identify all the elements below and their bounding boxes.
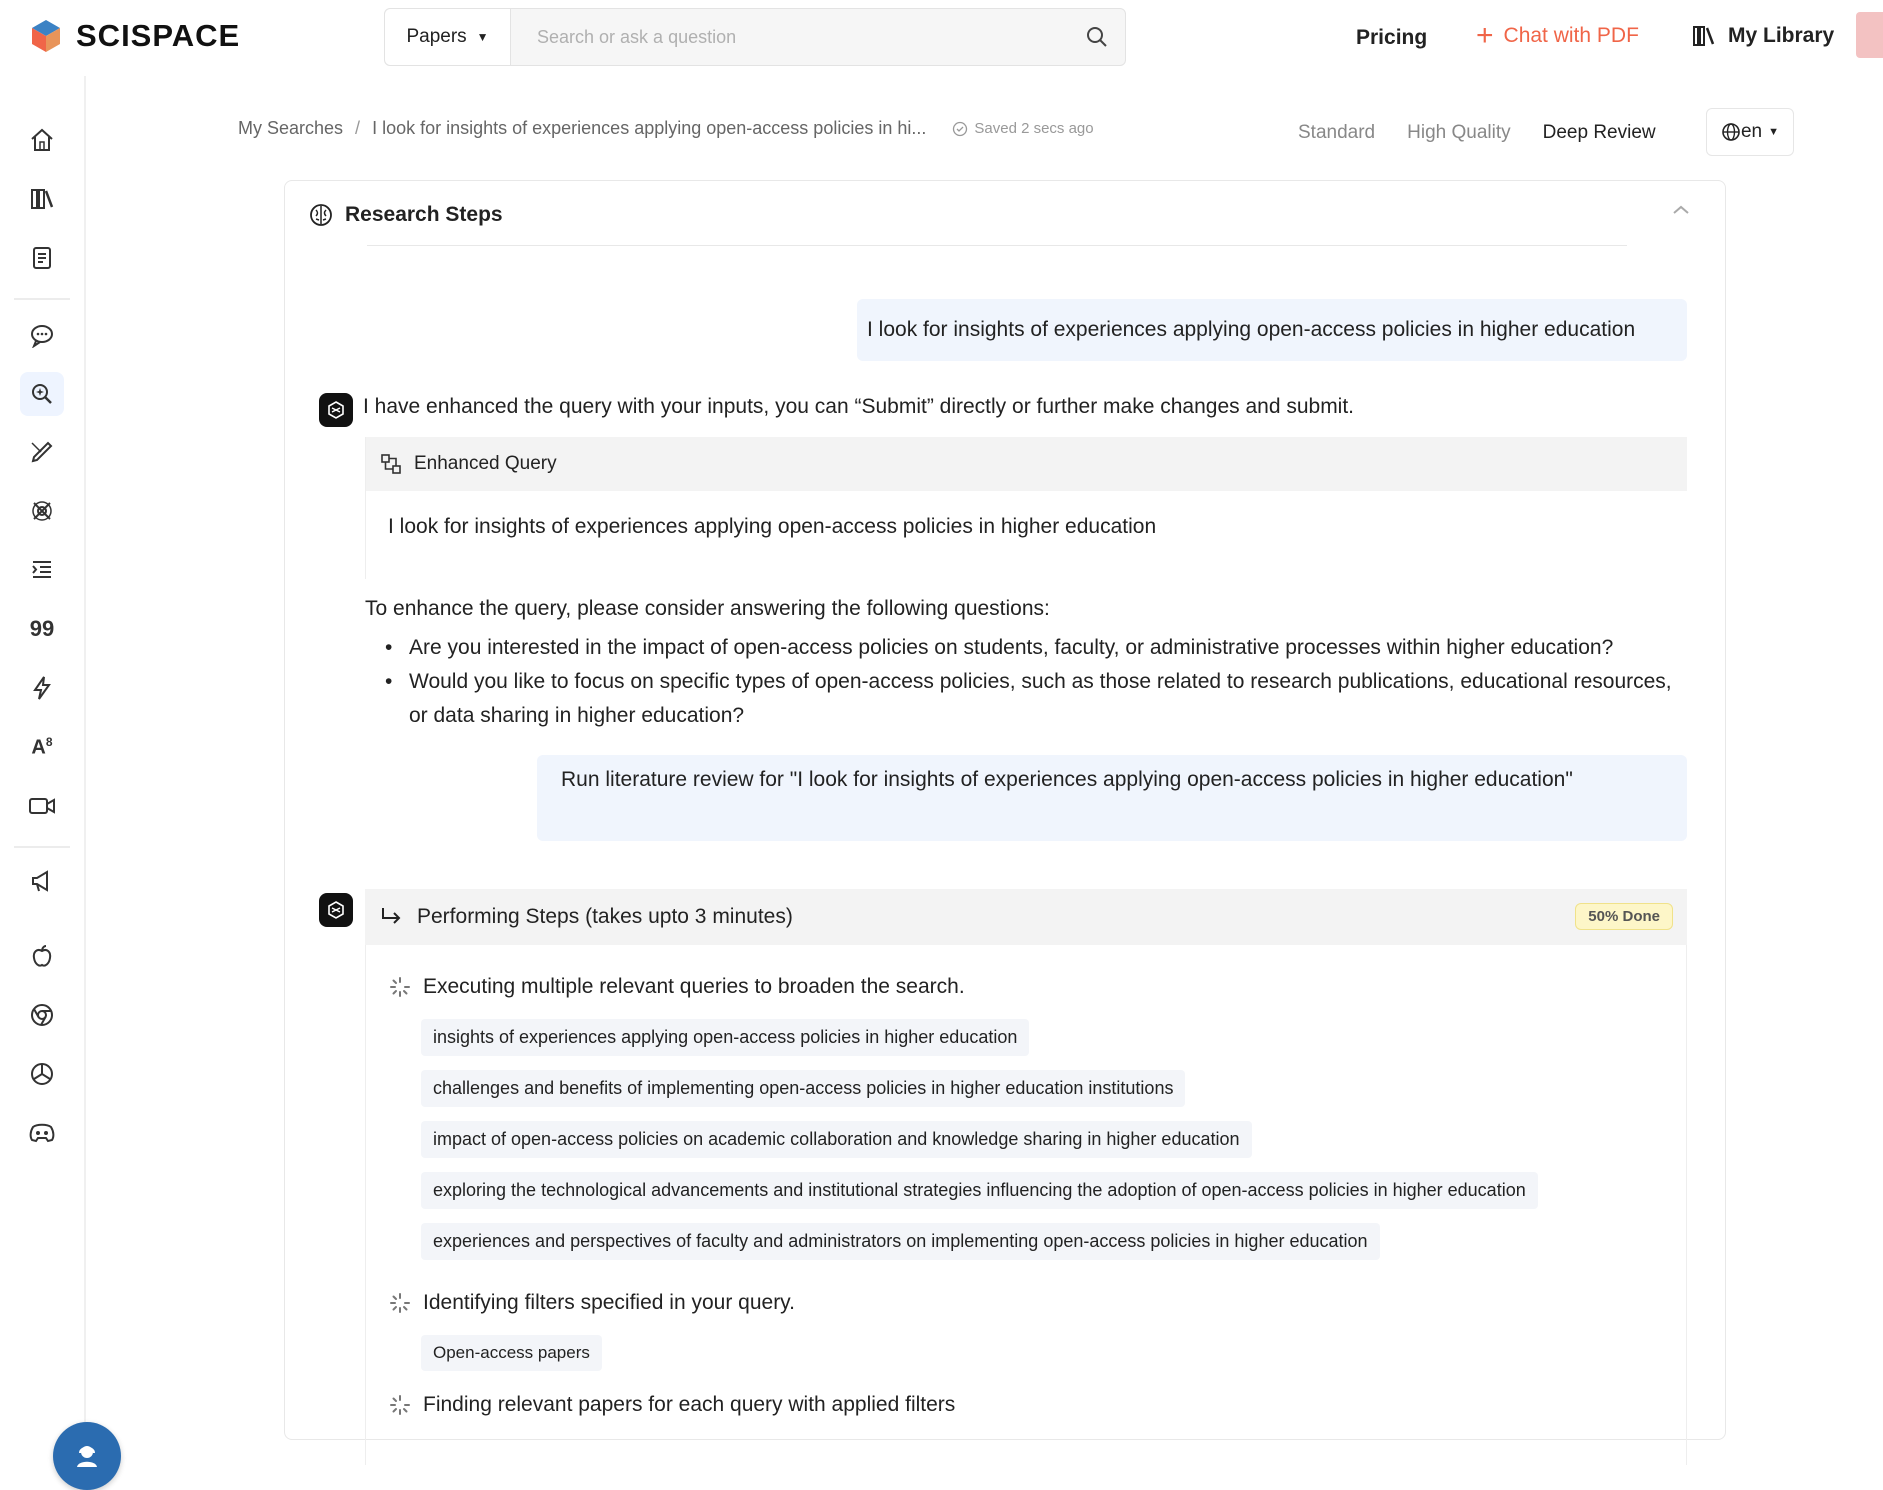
ai-detector-icon[interactable]: A8 <box>24 729 60 765</box>
check-circle-icon <box>953 121 968 136</box>
globe-icon <box>1722 123 1740 141</box>
enhanced-query-header: Enhanced Query <box>366 437 1687 491</box>
question-item: Are you interested in the impact of open… <box>385 631 1695 665</box>
questions-intro: To enhance the query, please consider an… <box>365 597 1050 620</box>
mode-standard[interactable]: Standard <box>1282 112 1391 154</box>
query-chip: exploring the technological advancements… <box>421 1172 1538 1209</box>
breadcrumb-current: I look for insights of experiences apply… <box>372 118 927 138</box>
library-icon <box>1693 26 1715 46</box>
support-agent-icon <box>77 1446 97 1467</box>
research-steps-panel: Research Steps I look for insights of ex… <box>284 180 1726 1465</box>
spinner-icon <box>390 977 410 997</box>
breadcrumb-separator: / <box>355 118 361 138</box>
step-label: Identifying filters specified in your qu… <box>423 1291 795 1314</box>
breadcrumb-root[interactable]: My Searches <box>238 118 343 139</box>
announcement-icon[interactable] <box>24 863 60 899</box>
chat-with-pdf-label: Chat with PDF <box>1503 24 1639 47</box>
extension-icon[interactable] <box>24 493 60 529</box>
performing-steps-header: Performing Steps (takes upto 3 minutes) … <box>365 889 1687 945</box>
caret-down-icon: ▼ <box>476 30 489 44</box>
step-row: Finding relevant papers for each query w… <box>389 1393 955 1417</box>
language-value: en <box>1740 121 1763 142</box>
step-label: Executing multiple relevant queries to b… <box>423 975 965 998</box>
breadcrumb: My Searches / I look for insights of exp… <box>238 118 1094 139</box>
video-icon[interactable] <box>24 788 60 824</box>
search-icon[interactable] <box>1069 26 1125 48</box>
query-chip: experiences and perspectives of faculty … <box>421 1223 1380 1260</box>
saved-status: Saved 2 secs ago <box>952 120 1094 137</box>
scispace-logo-icon <box>28 18 64 54</box>
enhanced-query-text[interactable]: I look for insights of experiences apply… <box>366 491 1687 539</box>
pricing-link[interactable]: Pricing <box>1356 26 1427 50</box>
caret-down-icon: ▼ <box>1768 126 1780 138</box>
mode-selector: Standard High Quality Deep Review <box>1282 112 1672 154</box>
filter-chip: Open-access papers <box>421 1335 602 1371</box>
writer-icon[interactable] <box>24 434 60 470</box>
spinner-icon <box>390 1293 410 1313</box>
chrome-icon[interactable] <box>24 997 60 1033</box>
sidebar-divider <box>14 298 70 300</box>
mode-high-quality[interactable]: High Quality <box>1391 112 1527 154</box>
search-bar: Papers ▼ <box>384 8 1126 66</box>
brain-icon <box>310 204 332 226</box>
chat-icon[interactable] <box>24 317 60 353</box>
bot-avatar <box>319 893 353 927</box>
openai-icon[interactable] <box>24 1056 60 1092</box>
spinner-icon <box>390 1395 410 1415</box>
panel-divider <box>367 245 1627 246</box>
step-row: Executing multiple relevant queries to b… <box>389 975 965 999</box>
search-type-dropdown[interactable]: Papers ▼ <box>385 9 511 65</box>
sidebar-divider <box>14 846 70 848</box>
query-chip: challenges and benefits of implementing … <box>421 1070 1186 1107</box>
bot-logo-icon <box>328 901 344 919</box>
library-icon[interactable] <box>24 181 60 217</box>
search-input[interactable] <box>511 9 1069 65</box>
notebook-icon[interactable] <box>24 240 60 276</box>
panel-header: Research Steps <box>309 203 503 227</box>
discord-icon[interactable] <box>24 1115 60 1151</box>
plus-icon: + <box>1476 19 1494 52</box>
citation-icon[interactable]: 99 <box>24 611 60 647</box>
questions-list: Are you interested in the impact of open… <box>385 631 1695 733</box>
progress-badge: 50% Done <box>1575 903 1673 930</box>
step-row: Identifying filters specified in your qu… <box>389 1291 795 1315</box>
bot-logo-icon <box>328 401 344 419</box>
chat-with-pdf-button[interactable]: + Chat with PDF <box>1476 19 1639 52</box>
enhance-icon <box>381 454 401 474</box>
sidebar: 99 A8 <box>0 76 121 1490</box>
my-library-button[interactable]: My Library <box>1692 24 1834 48</box>
user-query-text: I look for insights of experiences apply… <box>867 318 1636 341</box>
user-query-bubble: I look for insights of experiences apply… <box>857 299 1687 361</box>
run-review-text: Run literature review for "I look for in… <box>561 768 1573 791</box>
step-label: Finding relevant papers for each query w… <box>423 1393 956 1416</box>
chevron-up-icon[interactable] <box>1671 203 1691 222</box>
bot-avatar <box>319 393 353 427</box>
panel-title: Research Steps <box>345 203 503 226</box>
profile-avatar[interactable] <box>1856 12 1883 58</box>
outline-icon[interactable] <box>24 552 60 588</box>
literature-review-icon[interactable] <box>20 372 64 416</box>
support-chat-button[interactable] <box>53 1422 121 1490</box>
query-chip: impact of open-access policies on academ… <box>421 1121 1252 1158</box>
run-review-bubble: Run literature review for "I look for in… <box>537 755 1687 841</box>
query-chip: insights of experiences applying open-ac… <box>421 1019 1030 1056</box>
brand-name: SCISPACE <box>76 18 241 53</box>
apple-icon[interactable] <box>24 938 60 974</box>
paraphraser-icon[interactable] <box>24 670 60 706</box>
mode-deep-review[interactable]: Deep Review <box>1526 112 1672 154</box>
enhanced-query-label: Enhanced Query <box>414 453 557 474</box>
brand[interactable]: SCISPACE <box>28 18 240 54</box>
search-type-label: Papers <box>406 26 467 47</box>
enhanced-query-box: Enhanced Query I look for insights of ex… <box>365 437 1687 579</box>
home-icon[interactable] <box>24 122 60 158</box>
top-bar: SCISPACE Papers ▼ Pricing + Chat with PD… <box>0 0 1883 76</box>
bot-message: I have enhanced the query with your inpu… <box>363 395 1355 418</box>
language-dropdown[interactable]: en ▼ <box>1706 108 1794 156</box>
saved-status-text: Saved 2 secs ago <box>974 120 1094 137</box>
arrow-return-icon <box>382 908 401 924</box>
performing-steps-title: Performing Steps (takes upto 3 minutes) <box>417 905 793 928</box>
my-library-label: My Library <box>1728 24 1835 47</box>
question-item: Would you like to focus on specific type… <box>385 665 1695 733</box>
